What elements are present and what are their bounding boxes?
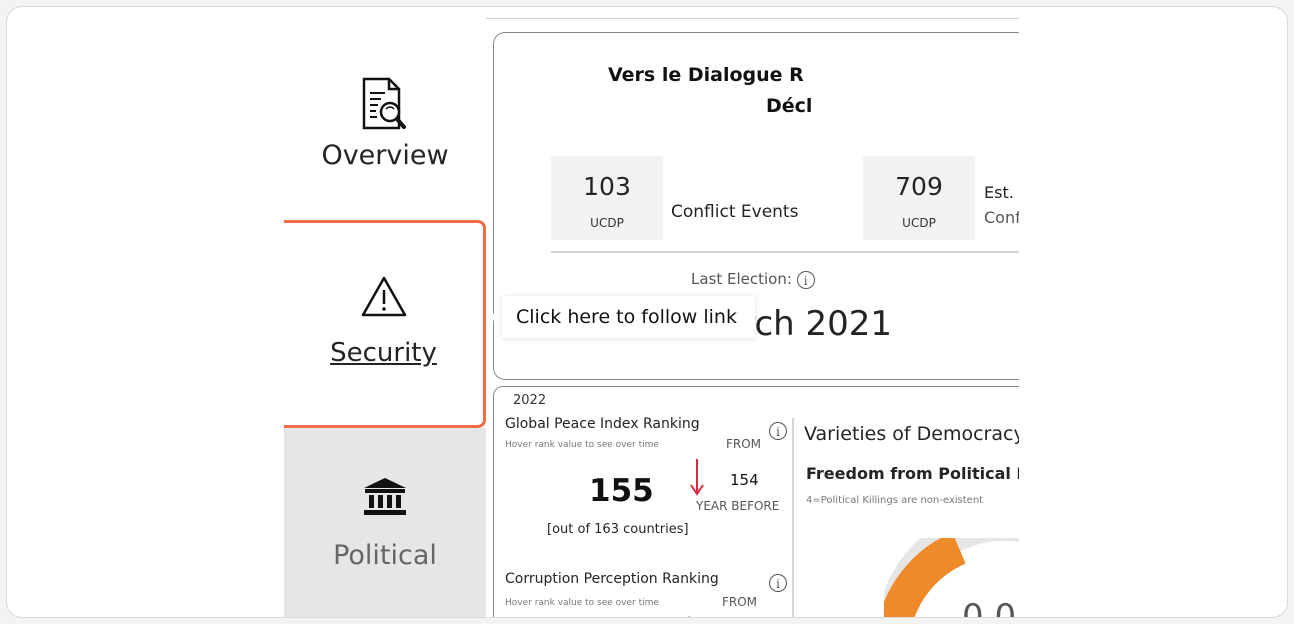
vdem-title: Varieties of Democracy	[804, 423, 1019, 445]
cpr-info-icon[interactable]: i	[769, 574, 787, 592]
vdem-note: 4=Political Killings are non-existent	[806, 495, 984, 506]
cpr-from-label: FROM	[722, 595, 758, 609]
vdem-subtitle: Freedom from Political K	[806, 464, 1019, 483]
info-icon[interactable]: i	[796, 270, 815, 289]
cpr-title: Corruption Perception Ranking	[505, 571, 719, 587]
arrow-down-icon	[690, 459, 704, 496]
card-divider	[551, 251, 1019, 253]
nav-tile-overview[interactable]: Overview	[284, 18, 486, 218]
kpi-source: UCDP	[902, 216, 936, 230]
kpi-label-fatalities-line2: Conf	[984, 208, 1019, 227]
nav-label-political: Political	[333, 540, 437, 571]
year-before-label: YEAR BEFORE	[696, 499, 780, 513]
gpi-out-of: [out of 163 countries]	[547, 522, 689, 537]
link-tooltip: Click here to follow link	[502, 296, 755, 338]
report-view: Overview Security Political Vers le Dial…	[284, 18, 1019, 618]
gpi-rank-value[interactable]: 155	[589, 473, 654, 509]
kpi-value: 709	[895, 172, 943, 201]
screenshot-frame: Overview Security Political Vers le Dial…	[6, 6, 1288, 618]
kpi-conflict-events: 103 UCDP	[551, 156, 663, 240]
warning-icon	[361, 276, 406, 317]
kpi-label-conflict-events: Conflict Events	[671, 202, 799, 222]
vdem-gauge[interactable]: 0.0	[884, 538, 1019, 618]
government-building-icon	[364, 478, 406, 515]
gpi-hover-note: Hover rank value to see over time	[505, 440, 659, 450]
nav-label-security[interactable]: Security	[284, 338, 483, 368]
section-divider	[792, 418, 794, 617]
tooltip-arrow	[489, 307, 502, 327]
kpi-fatalities: 709 UCDP	[863, 156, 975, 240]
nav-tile-security[interactable]: Security	[284, 220, 486, 428]
kpi-value: 103	[583, 172, 631, 201]
cpr-hover-note: Hover rank value to see over time	[505, 598, 659, 608]
gpi-info-icon[interactable]: i	[769, 422, 787, 440]
nav-tile-political[interactable]: Political	[284, 428, 486, 617]
report-title-line2: Décl	[766, 95, 813, 117]
arrow-up-icon	[688, 616, 690, 617]
document-search-icon	[362, 77, 406, 130]
last-election-label: Last Election: i	[691, 270, 815, 289]
last-election-text: Last Election:	[691, 270, 792, 288]
gpi-from-label: FROM	[726, 437, 762, 451]
gpi-prev-rank: 154	[730, 471, 759, 489]
report-title: Vers le Dialogue R	[608, 64, 804, 86]
nav-label-overview: Overview	[321, 140, 449, 171]
kpi-label-fatalities: Est. F	[984, 183, 1019, 202]
kpi-source: UCDP	[590, 216, 624, 230]
gauge-value: 0.0	[962, 597, 1016, 618]
year-badge: 2022	[513, 393, 547, 408]
gpi-title: Global Peace Index Ranking	[505, 416, 700, 432]
